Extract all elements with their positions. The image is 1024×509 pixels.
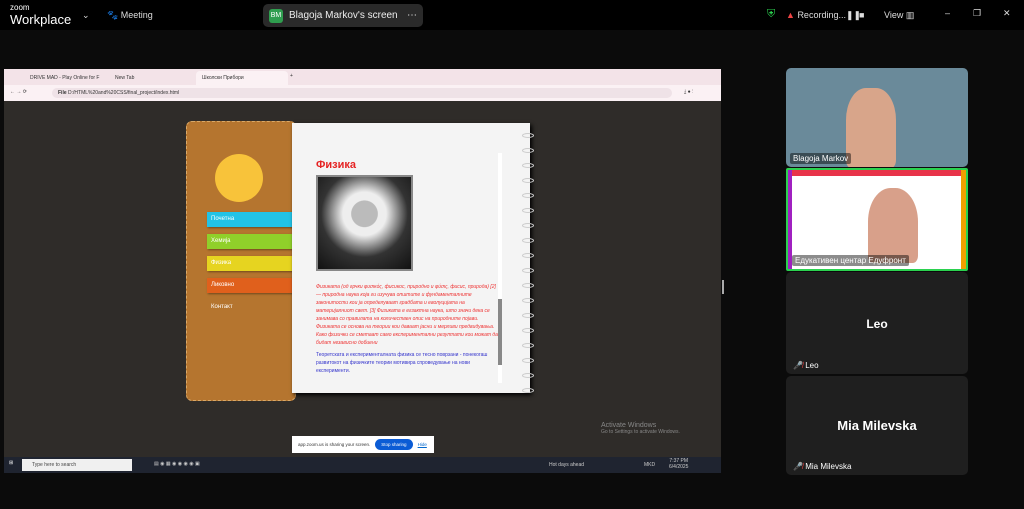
- participant-video-feed: [868, 188, 918, 263]
- windows-taskbar: ⊞ Type here to search ▤ ◉ ▦ ◉ ◉ ◉ ◉ ▣ Ho…: [4, 457, 721, 473]
- participant-video-blagoja[interactable]: Blagoja Markov: [786, 68, 968, 167]
- page-heading: Физика: [316, 159, 357, 171]
- muted-mic-icon: 🎤̸: [793, 361, 803, 370]
- recording-status: ▲ Recording...: [786, 10, 846, 20]
- view-button[interactable]: View ▥: [884, 10, 914, 21]
- new-tab-button[interactable]: +: [290, 73, 293, 79]
- zoom-title-bar: zoom Workplace ⌄ 🐾 Meeting BM Blagoja Mark…: [0, 0, 1024, 30]
- notebook-page: Физика Физиката (од грчки φυσικός, фисик…: [292, 123, 530, 393]
- notebook-cover: Почетна Хемија Физика Ликовно Контакт: [186, 121, 296, 401]
- physics-paragraph: Физиката (од грчки φυσικός, фисикос, при…: [316, 284, 498, 346]
- spiral-rings: [522, 133, 536, 393]
- hide-button[interactable]: Hide: [418, 442, 427, 447]
- close-icon[interactable]: ✕: [1003, 8, 1011, 19]
- chevron-down-icon[interactable]: ⌄: [82, 10, 90, 21]
- theory-paragraph: Теоретската и експерименталната физика с…: [316, 352, 488, 374]
- windows-start-icon[interactable]: ⊞: [9, 460, 13, 466]
- address-bar: ← → ⟳ File D:/HTML%20and%20CSS/final_pro…: [4, 85, 721, 101]
- menu-item-chemistry[interactable]: Хемија: [207, 234, 295, 249]
- participant-name: Blagoja Markov: [790, 153, 852, 164]
- menu-item-home[interactable]: Почетна: [207, 212, 295, 227]
- minimize-icon[interactable]: –: [945, 8, 950, 18]
- shared-screen: DRIVE MAD - Play Online for F New Tab Шк…: [4, 69, 721, 473]
- participant-tile-mia[interactable]: Mia Milevska 🎤̸ Mia Milevska: [786, 376, 968, 475]
- einstein-photo: [316, 175, 413, 271]
- participant-video-edufront[interactable]: Едукативен центар Едуфронт: [786, 168, 968, 271]
- participant-name: 🎤̸ Mia Milevska: [793, 462, 852, 471]
- stop-sharing-button[interactable]: Stop sharing: [375, 439, 413, 450]
- restore-icon[interactable]: ❐: [973, 8, 981, 19]
- participant-display-name: Leo: [866, 317, 888, 331]
- taskbar-app-icons[interactable]: ▤ ◉ ▦ ◉ ◉ ◉ ◉ ▣: [154, 461, 200, 467]
- menu-item-physics[interactable]: Физика: [207, 256, 295, 271]
- weather-widget[interactable]: Hot days ahead: [549, 462, 584, 468]
- scrollbar-thumb[interactable]: [498, 299, 502, 365]
- tab-drive-mad[interactable]: DRIVE MAD - Play Online for F: [24, 71, 105, 85]
- participant-video-feed: [846, 88, 896, 167]
- browser-tab-strip: DRIVE MAD - Play Online for F New Tab Шк…: [4, 69, 721, 85]
- participant-tile-leo[interactable]: Leo 🎤̸ Leo: [786, 272, 968, 374]
- participant-name: Едукативен центар Едуфронт: [792, 255, 909, 266]
- shield-icon[interactable]: ⛨: [767, 8, 775, 21]
- url-input[interactable]: File D:/HTML%20and%20CSS/final_project/i…: [52, 88, 672, 98]
- downloads-icon[interactable]: ⤓ ● ⋮: [684, 89, 693, 95]
- resize-handle[interactable]: [722, 280, 724, 294]
- clock[interactable]: 7:37 PM 6/4/2025: [669, 458, 688, 470]
- menu-item-contact[interactable]: Контакт: [207, 300, 295, 315]
- language-indicator[interactable]: MKD: [644, 462, 655, 468]
- zoom-logo: zoom Workplace: [10, 3, 72, 27]
- menu-item-art[interactable]: Ликовно: [207, 278, 295, 293]
- participant-display-name: Mia Milevska: [837, 418, 917, 433]
- stop-recording-button[interactable]: ■: [859, 10, 864, 20]
- avatar: BM: [269, 8, 283, 23]
- screen-share-pill[interactable]: BM Blagoja Markov's screen ⋯: [263, 4, 423, 27]
- meeting-label: Meeting: [120, 10, 153, 20]
- tab-active-site[interactable]: Школски Прибори: [196, 71, 288, 85]
- sharing-text: app.zoom.us is sharing your screen.: [298, 442, 371, 447]
- taskbar-search[interactable]: Type here to search: [22, 459, 132, 471]
- sharing-notification-bar: app.zoom.us is sharing your screen. Stop…: [292, 436, 434, 453]
- participant-name: 🎤̸ Leo: [793, 361, 819, 370]
- back-forward-reload-icons[interactable]: ← → ⟳: [10, 89, 27, 95]
- activate-windows-watermark: Activate Windows Go to Settings to activa…: [601, 422, 680, 435]
- more-icon[interactable]: ⋯: [407, 10, 417, 21]
- share-title: Blagoja Markov's screen: [289, 10, 398, 21]
- tab-new-tab[interactable]: New Tab: [109, 71, 140, 85]
- muted-mic-icon: 🎤̸: [793, 462, 803, 471]
- books-logo-icon: [215, 154, 263, 202]
- meeting-menu[interactable]: 🐾 Meeting: [107, 10, 153, 21]
